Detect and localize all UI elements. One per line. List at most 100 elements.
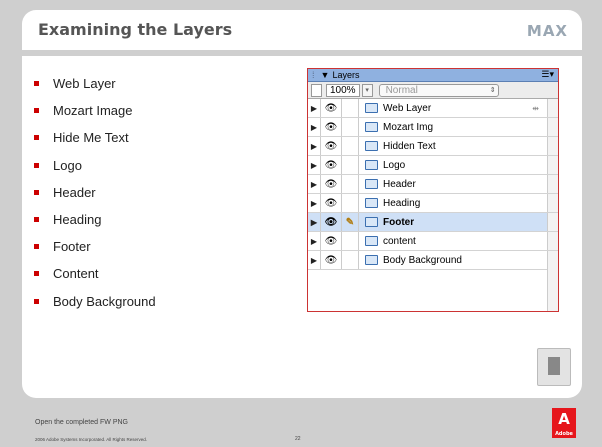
bullet-mark <box>34 217 39 223</box>
pencil-icon[interactable] <box>341 194 358 212</box>
layer-name-cell[interactable]: Mozart Img <box>358 118 547 136</box>
layer-row[interactable]: ▶ 👁 Hidden Text <box>308 137 558 156</box>
eye-icon[interactable]: 👁 <box>320 194 341 212</box>
expand-triangle-icon[interactable]: ▶ <box>308 161 320 170</box>
eye-icon[interactable]: 👁 <box>320 232 341 250</box>
layer-name-cell[interactable]: Logo <box>358 156 547 174</box>
collapse-triangle-icon[interactable]: ▼ <box>321 70 330 80</box>
bullet-item: Logo <box>34 152 156 179</box>
eye-icon[interactable]: 👁 <box>320 156 341 174</box>
layer-row[interactable]: ▶ 👁 Web Layer ⇹ <box>308 99 558 118</box>
panel-scrollbar[interactable] <box>547 156 558 174</box>
layer-name-cell[interactable]: Heading <box>358 194 547 212</box>
bullet-list: Web Layer Mozart Image Hide Me Text Logo Hea… <box>34 70 156 315</box>
panel-scrollbar[interactable] <box>547 261 558 311</box>
bullet-text: Header <box>53 184 96 200</box>
eye-icon[interactable]: 👁 <box>320 137 341 155</box>
layers-panel-title: Layers <box>332 70 360 80</box>
select-arrows-icon: ⇕ <box>489 86 496 94</box>
layer-name: Mozart Img <box>383 121 434 133</box>
expand-triangle-icon[interactable]: ▶ <box>308 104 320 113</box>
layers-empty-area <box>308 261 558 311</box>
layer-row[interactable]: ▶ 👁 Mozart Img <box>308 118 558 137</box>
eye-icon[interactable]: 👁 <box>320 213 341 231</box>
bullet-text: Content <box>53 266 99 282</box>
share-layer-icon: ⇹ <box>532 103 539 113</box>
layers-panel: ⁞ ▼ Layers ☰▾ 100% ▾ Normal ⇕ ▶ 👁 Web Laye… <box>307 68 559 312</box>
bullet-mark <box>34 244 39 250</box>
bullet-item: Header <box>34 179 156 206</box>
panel-options-icon[interactable]: ☰▾ <box>541 69 554 80</box>
layers-list: ▶ 👁 Web Layer ⇹ ▶ 👁 Mozart Img ▶ 👁 Hidden Text ▶ 👁 L… <box>308 99 558 270</box>
bullet-mark <box>34 271 39 277</box>
panel-scrollbar[interactable] <box>547 213 558 231</box>
layer-row[interactable]: ▶ 👁 Heading <box>308 194 558 213</box>
slide: Examining the Layers MAX Web Layer Mozart… <box>0 0 602 447</box>
pencil-icon[interactable] <box>341 137 358 155</box>
folder-icon <box>365 160 378 170</box>
bullet-text: Logo <box>53 157 82 173</box>
bullet-item: Heading <box>34 206 156 233</box>
panel-scrollbar[interactable] <box>547 175 558 193</box>
panel-scrollbar[interactable] <box>547 99 558 117</box>
layer-name: Footer <box>383 216 415 228</box>
expand-triangle-icon[interactable]: ▶ <box>308 199 320 208</box>
layer-name-cell[interactable]: Header <box>358 175 547 193</box>
layer-row[interactable]: ▶ 👁 Header <box>308 175 558 194</box>
layer-name-cell[interactable]: content <box>358 232 547 250</box>
page-number: 22 <box>295 436 301 442</box>
panel-grip-icon[interactable]: ⁞ <box>312 70 315 80</box>
layer-name-cell[interactable]: Footer <box>358 213 547 231</box>
document-button[interactable] <box>537 348 571 386</box>
pencil-icon[interactable] <box>341 118 358 136</box>
layers-panel-header[interactable]: ⁞ ▼ Layers ☰▾ <box>308 69 558 82</box>
folder-icon <box>365 179 378 189</box>
bullet-mark <box>34 162 39 168</box>
blend-mode-value: Normal <box>385 84 418 96</box>
layers-toolbar: 100% ▾ Normal ⇕ <box>308 82 558 99</box>
panel-scrollbar[interactable] <box>547 232 558 250</box>
bullet-mark <box>34 108 39 114</box>
folder-icon <box>365 141 378 151</box>
panel-scrollbar[interactable] <box>547 194 558 212</box>
eye-icon[interactable]: 👁 <box>320 99 341 117</box>
pencil-icon[interactable] <box>341 175 358 193</box>
panel-scrollbar[interactable] <box>547 118 558 136</box>
eye-icon[interactable]: 👁 <box>320 175 341 193</box>
opacity-field[interactable]: 100% <box>326 83 360 97</box>
eye-icon[interactable]: 👁 <box>320 118 341 136</box>
layer-name-cell[interactable]: Hidden Text <box>358 137 547 155</box>
bullet-item: Content <box>34 260 156 287</box>
bullet-item: Body Background <box>34 288 156 315</box>
opacity-dropdown-icon[interactable]: ▾ <box>361 83 373 97</box>
bullet-text: Mozart Image <box>53 103 133 119</box>
expand-triangle-icon[interactable]: ▶ <box>308 123 320 132</box>
expand-triangle-icon[interactable]: ▶ <box>308 142 320 151</box>
pencil-icon[interactable] <box>341 232 358 250</box>
bullet-item: Mozart Image <box>34 97 156 124</box>
bullet-mark <box>34 135 39 141</box>
pencil-icon[interactable] <box>341 156 358 174</box>
layer-row[interactable]: ▶ 👁 ✎ Footer <box>308 213 558 232</box>
bullet-text: Web Layer <box>53 76 116 92</box>
content-area: Web Layer Mozart Image Hide Me Text Logo Hea… <box>22 56 582 398</box>
layer-row[interactable]: ▶ 👁 content <box>308 232 558 251</box>
expand-triangle-icon[interactable]: ▶ <box>308 180 320 189</box>
pencil-icon[interactable]: ✎ <box>341 213 358 231</box>
expand-triangle-icon[interactable]: ▶ <box>308 218 320 227</box>
blend-mode-select[interactable]: Normal ⇕ <box>378 83 499 97</box>
expand-triangle-icon[interactable]: ▶ <box>308 237 320 246</box>
folder-icon <box>365 217 378 227</box>
layer-thumbnail-icon[interactable] <box>311 83 322 97</box>
folder-icon <box>365 103 378 113</box>
slide-title: Examining the Layers <box>38 20 233 39</box>
layer-name: Heading <box>383 197 421 209</box>
layer-name-cell[interactable]: Web Layer ⇹ <box>358 99 547 117</box>
bullet-item: Footer <box>34 233 156 260</box>
layer-row[interactable]: ▶ 👁 Logo <box>308 156 558 175</box>
copyright: 2006 Adobe Systems Incorporated. All Rig… <box>35 437 148 442</box>
bullet-mark <box>34 298 39 304</box>
pencil-icon[interactable] <box>341 99 358 117</box>
footer-note: Open the completed FW PNG <box>35 419 128 426</box>
panel-scrollbar[interactable] <box>547 137 558 155</box>
